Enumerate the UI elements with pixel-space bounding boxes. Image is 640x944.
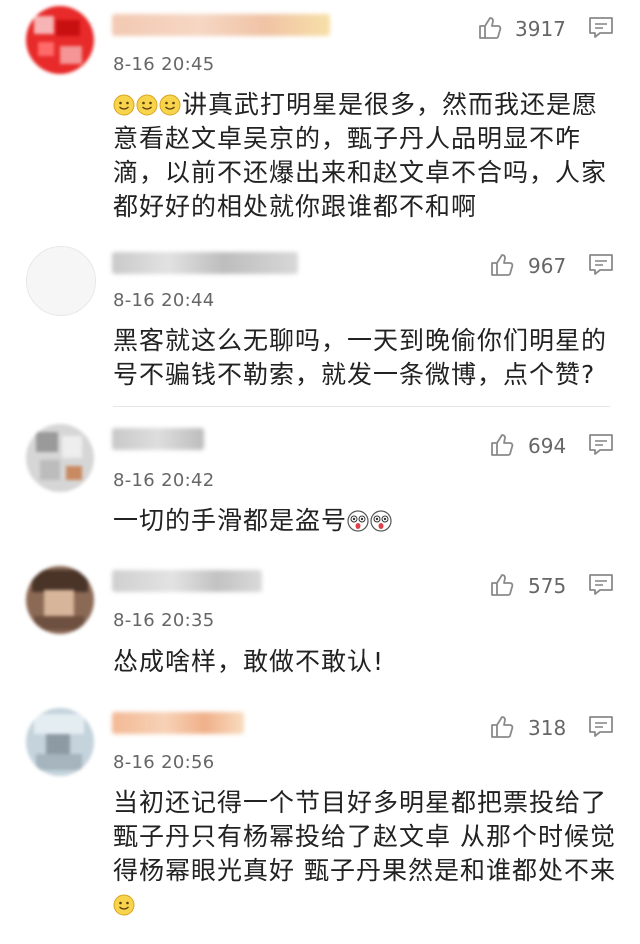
thumbs-up-icon[interactable] [489,572,515,598]
like-count: 967 [528,254,567,278]
comment-text: 讲真武打明星是很多，然而我还是愿意看赵文卓吴京的，甄子丹人品明显不咋滴，以前不还… [113,88,623,224]
comment-text-content: 讲真武打明星是很多，然而我还是愿意看赵文卓吴京的，甄子丹人品明显不咋滴，以前不还… [113,90,608,221]
comment-text: 黑客就这么无聊吗，一天到晚偷你们明星的号不骗钱不勒索，就发一条微博，点个赞? [113,324,623,392]
comment-icon[interactable] [588,16,614,40]
comment-text-content: 当初还记得一个节目好多明星都把票投给了甄子丹只有杨幂投给了赵文卓 从那个时候觉得… [113,788,616,885]
comment-text-content: 黑客就这么无聊吗，一天到晚偷你们明星的号不骗钱不勒索，就发一条微博，点个赞? [113,326,608,389]
username-blurred[interactable] [112,570,262,592]
username-blurred[interactable] [112,712,244,734]
avatar[interactable] [26,708,94,776]
comment-text: 当初还记得一个节目好多明星都把票投给了甄子丹只有杨幂投给了赵文卓 从那个时候觉得… [113,786,623,922]
comment-time: 8-16 20:56 [113,752,215,773]
comment-time: 8-16 20:42 [113,470,215,491]
like-count: 575 [528,574,567,598]
username-blurred[interactable] [112,14,330,36]
divider [113,406,610,407]
smile-emoji [113,94,135,116]
comment-text: 怂成啥样，敢做不敢认! [113,645,623,679]
comment-item: 8-16 20:42 694 一切的手滑都是盗号 [0,410,640,552]
like-count: 694 [528,434,567,458]
comment-item: 8-16 20:45 3917 讲真武打明星是很多，然而我还是愿意看赵文卓吴京的… [0,0,640,236]
comment-item: 8-16 20:44 967 黑客就这么无聊吗，一天到晚偷你们明星的号不骗钱不勒… [0,236,640,410]
shocked-emoji [347,510,369,532]
username-blurred[interactable] [112,428,204,450]
avatar[interactable] [26,246,96,316]
comment-icon[interactable] [588,715,614,739]
smile-emoji [113,894,135,916]
avatar[interactable] [26,566,94,634]
comment-icon[interactable] [588,433,614,457]
comment-icon[interactable] [588,253,614,277]
shocked-emoji [370,510,392,532]
like-count: 3917 [515,17,566,41]
comment-icon[interactable] [588,573,614,597]
comment-text-content: 一切的手滑都是盗号 [113,506,348,535]
avatar[interactable] [26,424,94,492]
avatar[interactable] [26,6,94,74]
thumbs-up-icon[interactable] [489,714,515,740]
smile-emoji [136,94,158,116]
comment-time: 8-16 20:45 [113,54,215,75]
thumbs-up-icon[interactable] [477,15,503,41]
thumbs-up-icon[interactable] [489,252,515,278]
smile-emoji [159,94,181,116]
like-count: 318 [528,716,567,740]
comment-text-content: 怂成啥样，敢做不敢认! [113,647,385,676]
comment-item: 8-16 20:35 575 怂成啥样，敢做不敢认! [0,552,640,694]
comment-text: 一切的手滑都是盗号 [113,504,623,538]
comment-item: 8-16 20:56 318 当初还记得一个节目好多明星都把票投给了甄子丹只有杨… [0,694,640,944]
comment-time: 8-16 20:35 [113,610,215,631]
thumbs-up-icon[interactable] [489,432,515,458]
comment-time: 8-16 20:44 [113,290,215,311]
username-blurred[interactable] [112,252,298,274]
